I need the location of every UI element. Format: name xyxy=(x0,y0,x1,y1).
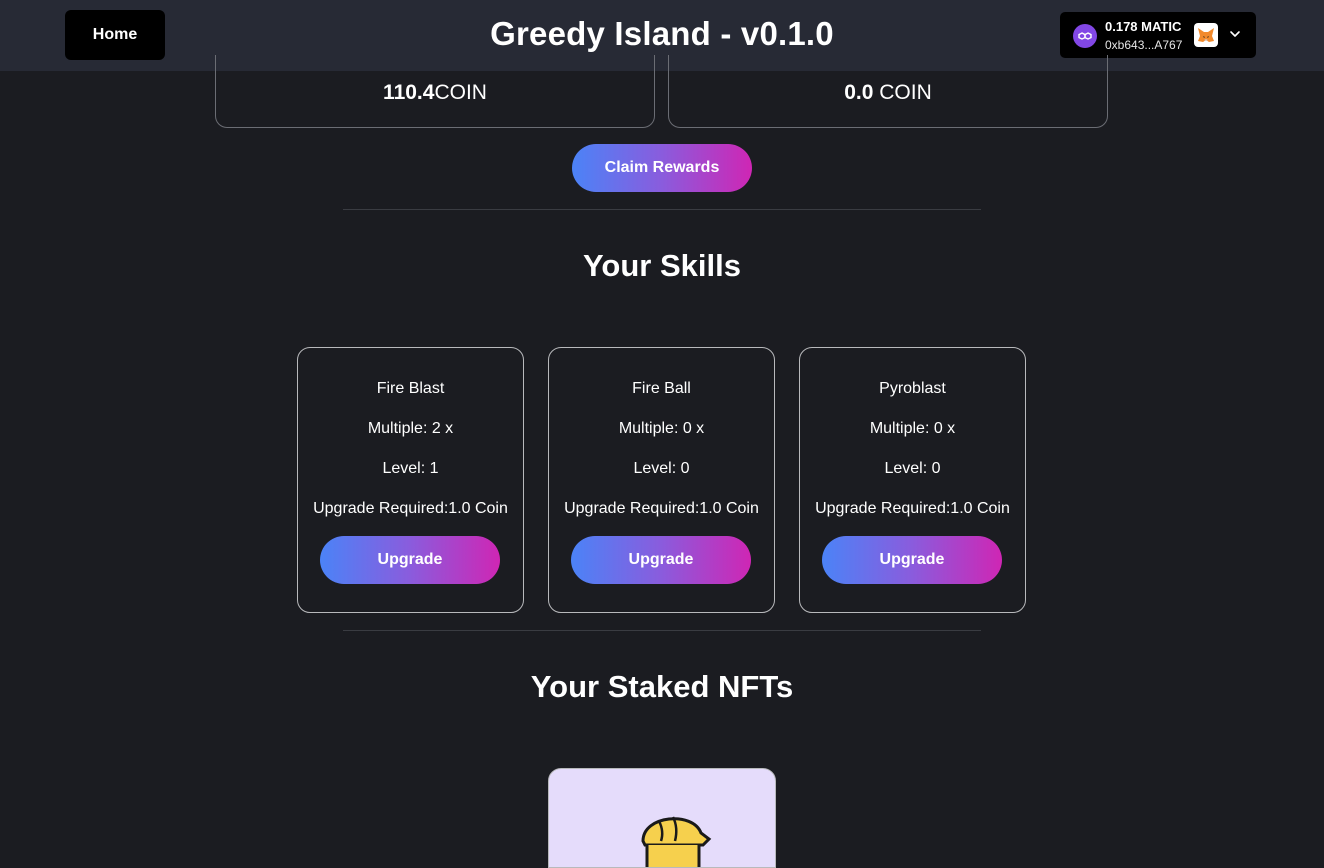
unclaimed-rewards-box: 110.4COIN xyxy=(215,55,655,128)
claim-rewards-button[interactable]: Claim Rewards xyxy=(572,144,752,192)
skill-level: Level: 0 xyxy=(633,460,690,477)
skill-upgrade-cost: Upgrade Required:1.0 Coin xyxy=(815,500,1010,517)
nft-character-image xyxy=(641,816,712,867)
section-divider xyxy=(343,630,981,631)
skill-card-fire-blast: Fire Blast Multiple: 2 x Level: 1 Upgrad… xyxy=(297,347,524,613)
upgrade-button[interactable]: Upgrade xyxy=(822,536,1002,584)
upgrade-button[interactable]: Upgrade xyxy=(320,536,500,584)
coin-amount: 0.0 xyxy=(844,81,874,104)
metamask-fox-icon xyxy=(1194,23,1218,47)
top-nav-bar: Home Greedy Island - v0.1.0 0.178 MATIC … xyxy=(0,0,1324,71)
upgrade-button[interactable]: Upgrade xyxy=(571,536,751,584)
wallet-balance: 0.178 MATIC xyxy=(1105,19,1182,34)
skill-card-pyroblast: Pyroblast Multiple: 0 x Level: 0 Upgrade… xyxy=(799,347,1026,613)
skill-multiple: Multiple: 0 x xyxy=(869,420,956,437)
skill-upgrade-cost: Upgrade Required:1.0 Coin xyxy=(564,500,759,517)
skill-card-fire-ball: Fire Ball Multiple: 0 x Level: 0 Upgrade… xyxy=(548,347,775,613)
matic-icon xyxy=(1073,24,1097,48)
coin-unit: COIN xyxy=(873,81,932,104)
skill-level: Level: 1 xyxy=(382,460,439,477)
coin-balance-box: 0.0 COIN xyxy=(668,55,1108,128)
skill-multiple: Multiple: 2 x xyxy=(367,420,454,437)
staked-nfts-section-title: Your Staked NFTs xyxy=(530,669,794,704)
section-divider xyxy=(343,209,981,210)
skill-level: Level: 0 xyxy=(884,460,941,477)
skill-multiple: Multiple: 0 x xyxy=(618,420,705,437)
wallet-connect-button[interactable]: 0.178 MATIC 0xb643...A767 xyxy=(1060,12,1256,58)
reward-amount: 110.4 xyxy=(383,81,435,104)
wallet-address: 0xb643...A767 xyxy=(1105,38,1183,52)
chevron-down-icon xyxy=(1228,27,1242,41)
skills-section-title: Your Skills xyxy=(583,248,741,283)
skill-name: Fire Ball xyxy=(632,380,691,397)
skill-name: Pyroblast xyxy=(879,380,946,397)
skill-upgrade-cost: Upgrade Required:1.0 Coin xyxy=(313,500,508,517)
skill-name: Fire Blast xyxy=(376,380,445,397)
reward-unit: COIN xyxy=(434,81,487,104)
staked-nft-card[interactable] xyxy=(548,768,776,868)
